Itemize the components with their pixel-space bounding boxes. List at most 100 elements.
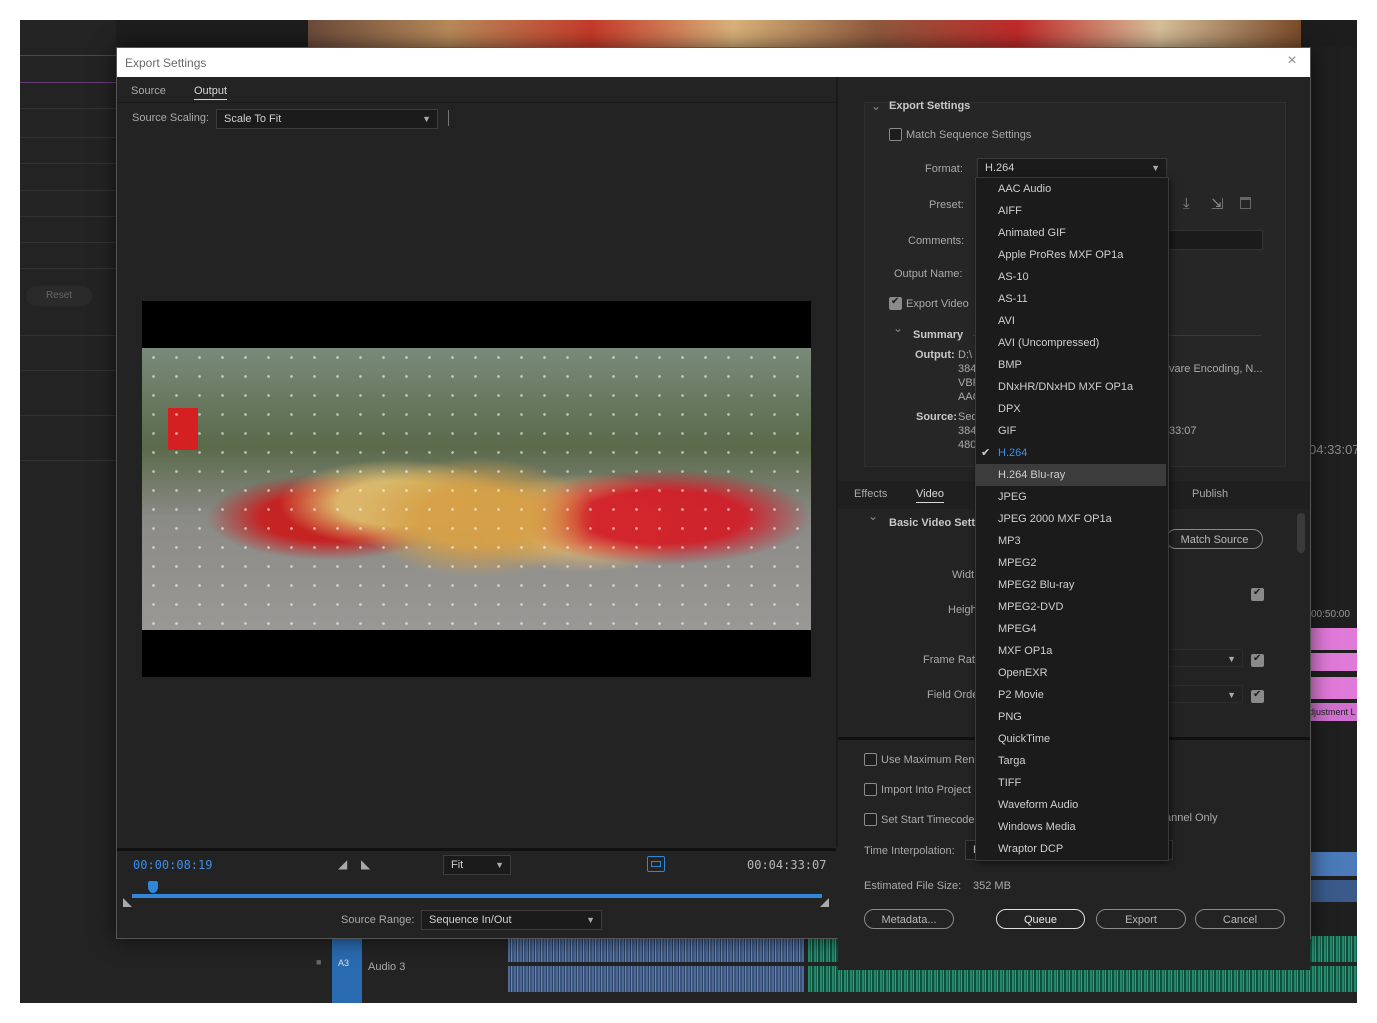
export-button[interactable]: Export (1096, 909, 1186, 929)
use-max-render-label: Use Maximum Ren (881, 754, 975, 766)
format-menu-item[interactable]: AVI (Uncompressed) (976, 332, 1166, 354)
tab-video[interactable]: Video (916, 488, 944, 503)
format-menu-item[interactable]: AIFF (976, 200, 1166, 222)
mark-in-icon[interactable]: ◢ (338, 857, 347, 871)
match-sequence-label: Match Sequence Settings (906, 129, 1032, 141)
save-preset-icon[interactable]: ⤓ (1183, 195, 1190, 212)
reset-button[interactable]: Reset (26, 286, 92, 306)
format-menu-item[interactable]: AVI (976, 310, 1166, 332)
export-video-checkbox[interactable] (889, 296, 902, 310)
chevron-down-icon: ▼ (1151, 163, 1160, 173)
format-menu-item[interactable]: AS-11 (976, 288, 1166, 310)
field-order-dropdown[interactable]: ▼ (1168, 685, 1243, 703)
aspect-toggle-icon[interactable] (647, 856, 665, 872)
format-menu-item[interactable]: DNxHR/DNxHD MXF OP1a (976, 376, 1166, 398)
format-menu-item[interactable]: MPEG2 Blu-ray (976, 574, 1166, 596)
tab-publish[interactable]: Publish (1192, 488, 1228, 502)
frame-rate-checkbox[interactable] (1251, 653, 1264, 667)
set-start-timecode-label: Set Start Timecode (881, 814, 975, 826)
track-header-a3 (332, 936, 362, 1003)
format-menu-item[interactable]: AS-10 (976, 266, 1166, 288)
video-clip-thumb (1309, 852, 1357, 876)
chevron-down-icon: ▼ (586, 915, 595, 925)
chevron-down-icon[interactable]: ⌄ (871, 99, 881, 113)
format-menu-item[interactable]: JPEG (976, 486, 1166, 508)
format-menu-item[interactable]: Windows Media (976, 816, 1166, 838)
format-menu-item[interactable]: Animated GIF (976, 222, 1166, 244)
set-start-timecode-checkbox[interactable] (864, 813, 877, 826)
playhead-handle[interactable] (148, 881, 158, 893)
format-menu-item[interactable]: MPEG2-DVD (976, 596, 1166, 618)
import-into-project-checkbox[interactable] (864, 783, 877, 796)
format-menu-item[interactable]: P2 Movie (976, 684, 1166, 706)
metadata-button[interactable]: Metadata... (864, 909, 954, 929)
scrub-bar[interactable] (132, 894, 822, 898)
alpha-only-label: annel Only (1165, 812, 1218, 824)
format-menu-item[interactable]: Waveform Audio (976, 794, 1166, 816)
zoom-dropdown[interactable]: Fit ▼ (443, 855, 511, 875)
chevron-down-icon[interactable]: ⌄ (893, 321, 903, 335)
format-menu-item[interactable]: MPEG2 (976, 552, 1166, 574)
width-checkbox[interactable] (1251, 587, 1264, 601)
close-icon[interactable]: × (1284, 53, 1300, 69)
project-panel: Reset (20, 20, 116, 1003)
format-menu-item[interactable]: JPEG 2000 MXF OP1a (976, 508, 1166, 530)
video-clip-thumb-2 (1309, 880, 1357, 902)
field-order-checkbox[interactable] (1251, 689, 1264, 703)
format-menu-item[interactable]: MPEG4 (976, 618, 1166, 640)
source-scaling-label: Source Scaling: (132, 112, 210, 124)
trash-icon[interactable] (1240, 197, 1251, 209)
use-max-render-checkbox[interactable] (864, 753, 877, 766)
output-line-tail: vare Encoding, N... (1169, 363, 1263, 375)
output-label: Output: (915, 349, 955, 361)
range-end-handle[interactable] (820, 898, 829, 907)
format-menu-item[interactable]: GIF (976, 420, 1166, 442)
mark-out-icon[interactable]: ◣ (361, 857, 370, 871)
format-menu-item[interactable]: TIFF (976, 772, 1166, 794)
format-menu-item[interactable]: BMP (976, 354, 1166, 376)
lock-icon[interactable]: ■ (316, 957, 321, 967)
format-label: Format: (925, 163, 963, 175)
import-preset-icon[interactable]: ⇲ (1211, 195, 1224, 213)
output-line-2: 384 (958, 363, 977, 375)
source-range-dropdown[interactable]: Sequence In/Out ▼ (421, 910, 602, 930)
comments-field[interactable] (1167, 230, 1263, 250)
cancel-button[interactable]: Cancel (1195, 909, 1285, 929)
ruler-time: 00:50:00 (1311, 609, 1350, 620)
tab-effects[interactable]: Effects (854, 488, 887, 502)
source-range-label: Source Range: (341, 914, 415, 926)
format-menu-item[interactable]: Apple ProRes MXF OP1a (976, 244, 1166, 266)
comments-label: Comments: (908, 235, 965, 247)
source-line-2: 384 (958, 425, 977, 437)
format-menu-item[interactable]: MP3 (976, 530, 1166, 552)
track-name-audio-3: Audio 3 (368, 961, 406, 973)
scrollbar-thumb[interactable] (1297, 513, 1305, 553)
match-sequence-checkbox[interactable] (889, 128, 902, 141)
export-settings-header: Export Settings (889, 100, 971, 112)
format-dropdown[interactable]: H.264 ▼ (977, 158, 1167, 178)
format-menu-item[interactable]: AAC Audio (976, 178, 1166, 200)
format-menu-item[interactable]: MXF OP1a (976, 640, 1166, 662)
format-menu-item[interactable]: DPX (976, 398, 1166, 420)
current-timecode[interactable]: 00:00:08:19 (133, 858, 212, 872)
format-menu-item[interactable]: Targa (976, 750, 1166, 772)
time-interpolation-label: Time Interpolation: (864, 845, 955, 857)
format-menu-item[interactable]: PNG (976, 706, 1166, 728)
tab-source[interactable]: Source (131, 85, 166, 99)
format-menu-item[interactable]: QuickTime (976, 728, 1166, 750)
format-menu-item[interactable]: ✔ H.264 (976, 442, 1166, 464)
format-value: H.264 (985, 162, 1015, 174)
match-source-button[interactable]: Match Source (1166, 529, 1263, 549)
preview-frame-image (142, 348, 811, 630)
format-menu-item[interactable]: Wraptor DCP (976, 838, 1166, 860)
source-scaling-dropdown[interactable]: Scale To Fit ▼ (216, 109, 438, 129)
range-start-handle[interactable] (123, 898, 132, 907)
chevron-down-icon[interactable]: ⌄ (868, 509, 878, 523)
video-preview (142, 301, 811, 677)
frame-rate-dropdown[interactable]: ▼ (1168, 649, 1243, 667)
toolbar-divider (448, 110, 449, 126)
queue-button[interactable]: Queue (996, 909, 1085, 929)
format-menu-item[interactable]: OpenEXR (976, 662, 1166, 684)
format-menu-item[interactable]: H.264 Blu-ray (976, 464, 1166, 486)
tab-output[interactable]: Output (194, 85, 228, 100)
